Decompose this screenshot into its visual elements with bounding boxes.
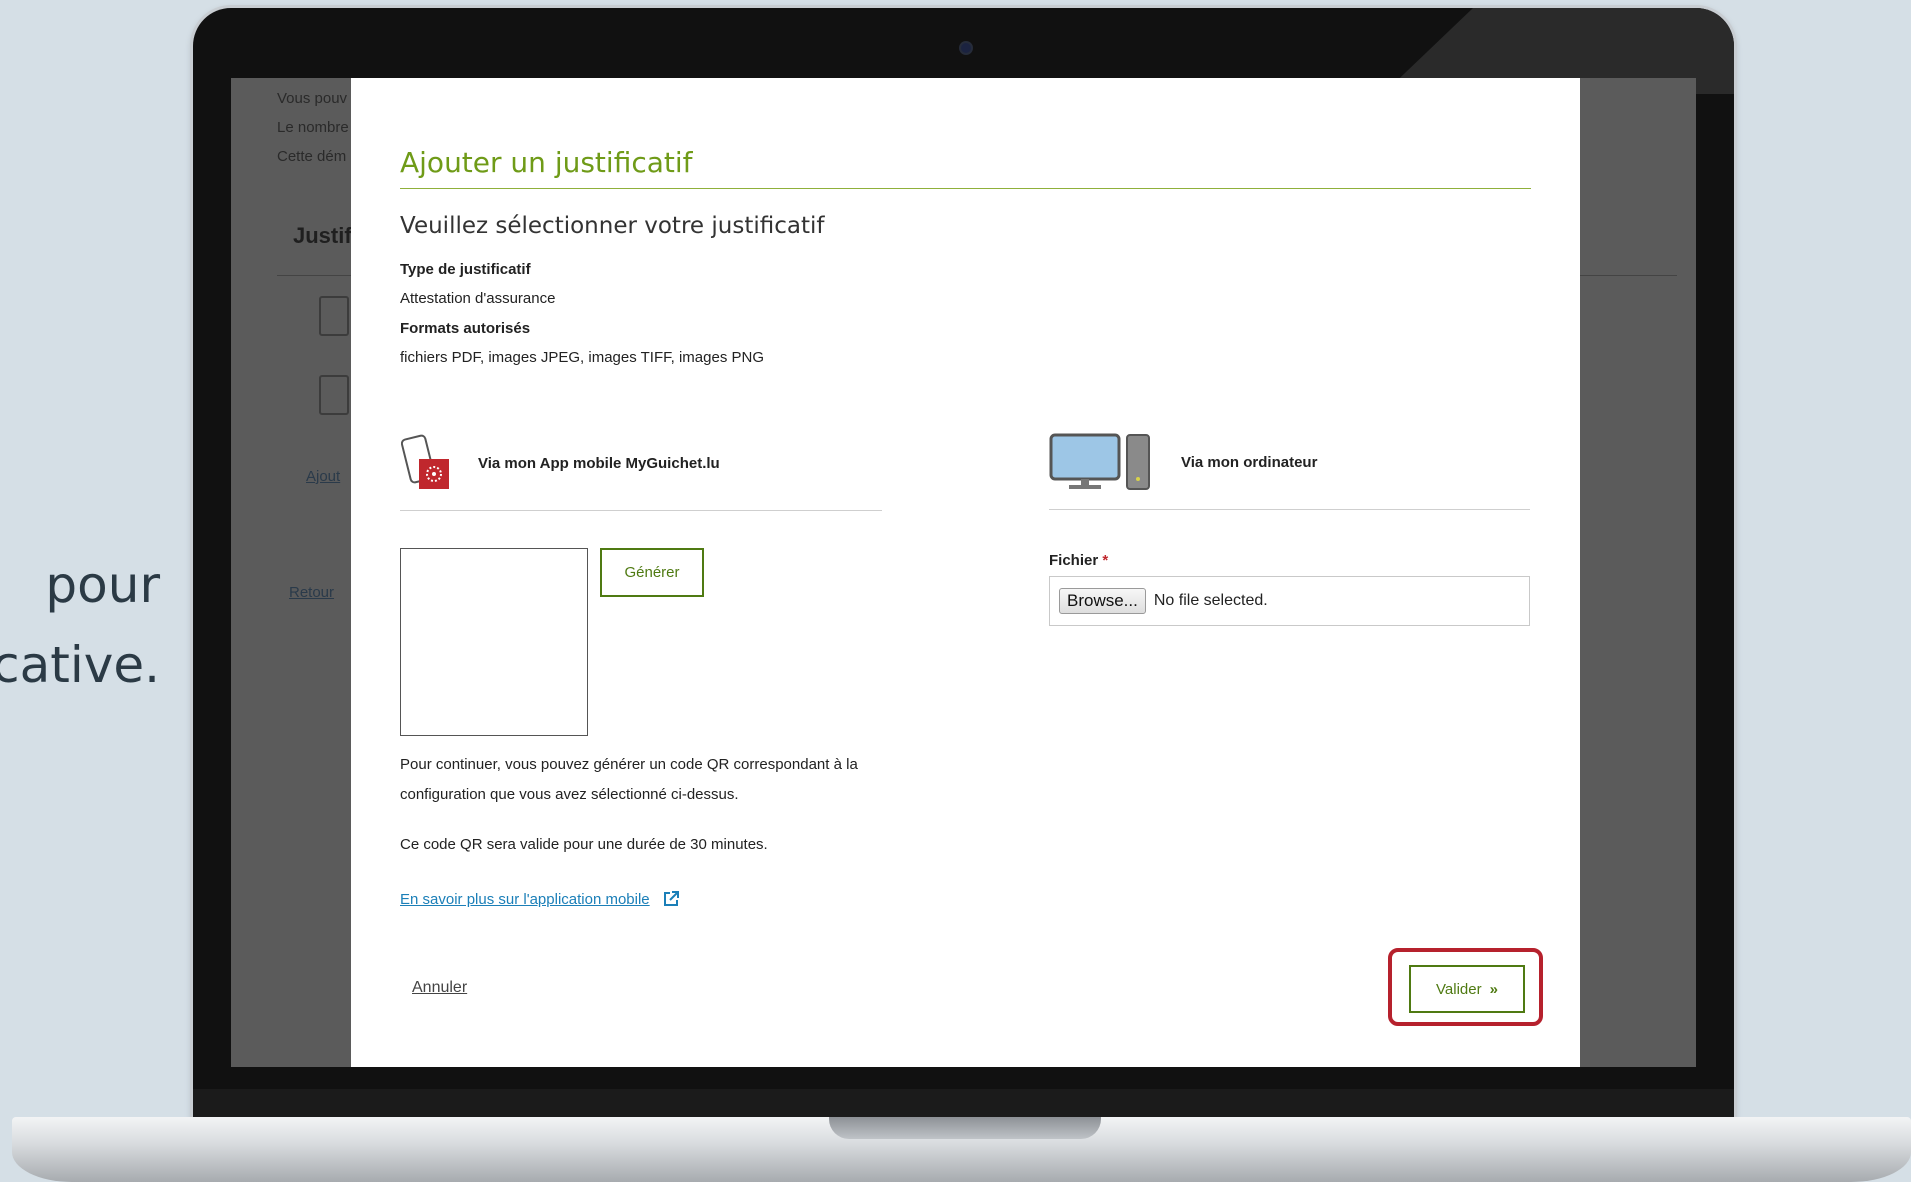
submit-button[interactable]: Valider » xyxy=(1409,965,1525,1013)
file-input[interactable]: Browse... No file selected. xyxy=(1049,576,1530,626)
laptop-screen: Vous pouv Le nombre Cette dém Justif Ajo… xyxy=(231,78,1696,1067)
computer-option-label: Via mon ordinateur xyxy=(1181,453,1318,471)
divider xyxy=(1049,509,1530,510)
external-link-icon xyxy=(663,891,679,906)
camera-icon xyxy=(961,43,971,53)
modal-title: Ajouter un justificatif xyxy=(400,146,693,179)
formats-label: Formats autorisés xyxy=(400,320,531,337)
computer-option-header: Via mon ordinateur xyxy=(1049,433,1317,491)
type-label: Type de justificatif xyxy=(400,261,531,278)
modal-subtitle: Veuillez sélectionner votre justificatif xyxy=(400,213,825,239)
file-status: No file selected. xyxy=(1153,592,1268,609)
background-caption: pour cative. xyxy=(0,556,160,694)
background-text: Vous pouv xyxy=(277,90,348,107)
background-add-link: Ajout xyxy=(306,468,341,485)
mobile-option-header: Via mon App mobile MyGuichet.lu xyxy=(400,433,720,493)
document-icon xyxy=(319,296,349,336)
qr-instructions: Pour continuer, vous pouvez générer un c… xyxy=(400,756,858,803)
add-document-modal: Ajouter un justificatif Veuillez sélecti… xyxy=(351,78,1580,1067)
qr-validity-text: Ce code QR sera valide pour une durée de… xyxy=(400,836,768,853)
required-indicator: * xyxy=(1102,552,1109,569)
mobile-option-label: Via mon App mobile MyGuichet.lu xyxy=(478,454,720,472)
laptop-notch xyxy=(829,1117,1101,1139)
type-value: Attestation d'assurance xyxy=(400,290,556,307)
background-section-title: Justif xyxy=(293,223,352,248)
laptop-chin xyxy=(193,1089,1734,1119)
divider xyxy=(400,510,882,511)
generate-button[interactable]: Générer xyxy=(600,548,704,597)
file-label-text: Fichier xyxy=(1049,552,1099,569)
learn-more-link[interactable]: En savoir plus sur l'application mobile xyxy=(400,890,680,908)
formats-value: fichiers PDF, images JPEG, images TIFF, … xyxy=(400,349,764,366)
document-icon xyxy=(319,375,349,415)
background-text: Cette dém xyxy=(277,148,347,165)
background-text: Le nombre xyxy=(277,119,349,136)
file-field-label: Fichier * xyxy=(1049,552,1108,569)
computer-icon xyxy=(1049,433,1150,490)
mobile-app-icon xyxy=(400,434,449,489)
title-divider xyxy=(400,188,1531,189)
learn-more-label[interactable]: En savoir plus sur l'application mobile xyxy=(400,891,650,908)
background-back-link: Retour xyxy=(289,584,335,601)
browse-button[interactable]: Browse... xyxy=(1059,588,1146,614)
submit-label[interactable]: Valider xyxy=(1436,981,1482,998)
qr-code-placeholder xyxy=(400,548,588,736)
cancel-link[interactable]: Annuler xyxy=(412,979,467,997)
double-chevron-right-icon: » xyxy=(1489,980,1498,998)
